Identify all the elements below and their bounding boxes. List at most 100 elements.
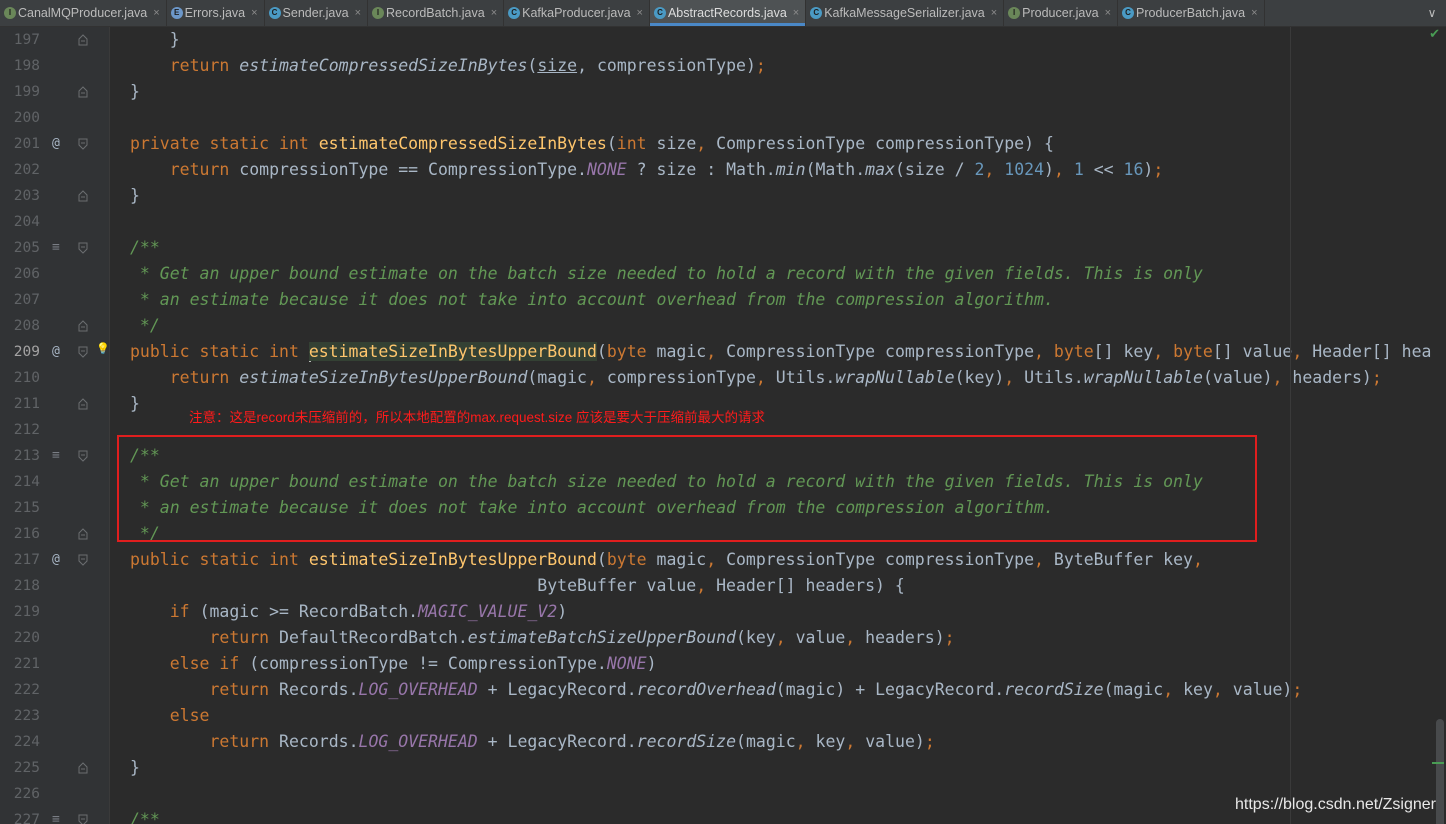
fold-collapse-icon[interactable] — [78, 346, 88, 358]
code-token: int — [616, 134, 657, 153]
tab-sender[interactable]: C Sender.java × — [265, 0, 369, 26]
intention-bulb-icon[interactable]: 💡 — [96, 336, 110, 362]
code-line[interactable]: return estimateSizeInBytesUpperBound(mag… — [130, 365, 1382, 391]
line-number: 213 — [13, 448, 40, 464]
line-number: 197 — [13, 32, 40, 48]
fold-end-icon[interactable] — [78, 86, 88, 98]
code-line[interactable]: * Get an upper bound estimate on the bat… — [130, 261, 1203, 287]
code-token: ; — [1371, 368, 1382, 387]
override-marker-icon[interactable]: @ — [52, 547, 60, 573]
code-line[interactable]: } — [130, 79, 140, 105]
code-line[interactable]: } — [130, 391, 140, 417]
fold-end-icon[interactable] — [78, 320, 88, 332]
code-line[interactable]: return estimateCompressedSizeInBytes(siz… — [130, 53, 766, 79]
close-tab-icon[interactable]: × — [1251, 7, 1257, 19]
close-tab-icon[interactable]: × — [153, 7, 159, 19]
code-line[interactable]: return Records.LOG_OVERHEAD + LegacyReco… — [130, 677, 1302, 703]
code-token: } — [130, 758, 140, 777]
code-token: , — [845, 628, 866, 647]
code-line[interactable]: return compressionType == CompressionTyp… — [130, 157, 1164, 183]
code-token: else if — [169, 654, 250, 673]
code-token: << — [1083, 160, 1124, 179]
code-line[interactable]: */ — [130, 313, 160, 339]
tab-errors[interactable]: E Errors.java × — [167, 0, 265, 26]
close-tab-icon[interactable]: × — [251, 7, 257, 19]
code-token: LOG_OVERHEAD — [358, 680, 478, 699]
rendered-doc-toggle-icon[interactable]: ≡ — [52, 807, 60, 824]
code-line[interactable]: /** — [130, 807, 160, 824]
fold-end-icon[interactable] — [78, 528, 88, 540]
fold-end-icon[interactable] — [78, 34, 88, 46]
code-line[interactable]: return DefaultRecordBatch.estimateBatchS… — [130, 625, 954, 651]
fold-collapse-icon[interactable] — [78, 242, 88, 254]
class-icon: C — [810, 7, 823, 19]
close-tab-icon[interactable]: × — [991, 7, 997, 19]
code-line[interactable]: else — [130, 703, 210, 729]
code-line[interactable]: private static int estimateCompressedSiz… — [130, 131, 1054, 157]
tab-producer[interactable]: I Producer.java × — [1004, 0, 1119, 26]
interface-icon: I — [372, 7, 385, 19]
close-tab-icon[interactable]: × — [637, 7, 643, 19]
fold-collapse-icon[interactable] — [78, 450, 88, 462]
close-tab-icon[interactable]: × — [355, 7, 361, 19]
fold-end-icon[interactable] — [78, 762, 88, 774]
fold-collapse-icon[interactable] — [78, 138, 88, 150]
code-line[interactable]: return Records.LOG_OVERHEAD + LegacyReco… — [130, 729, 934, 755]
code-line[interactable]: else if (compressionType != CompressionT… — [130, 651, 657, 677]
fold-end-icon[interactable] — [78, 398, 88, 410]
rendered-doc-toggle-icon[interactable]: ≡ — [52, 235, 60, 261]
code-line[interactable]: ByteBuffer value, Header[] headers) { — [130, 573, 905, 599]
code-token: , — [1192, 550, 1203, 569]
code-token: headers) — [865, 628, 945, 647]
code-token: /** — [130, 810, 160, 824]
code-token: return — [169, 160, 240, 179]
tab-kafkamessageserializer[interactable]: C KafkaMessageSerializer.java × — [806, 0, 1005, 26]
code-line[interactable]: } — [130, 27, 180, 53]
code-token: , — [795, 732, 816, 751]
close-tab-icon[interactable]: × — [793, 7, 799, 19]
code-token: estimateCompressedSizeInBytes — [239, 56, 528, 75]
fold-collapse-icon[interactable] — [78, 554, 88, 566]
code-token: + LegacyRecord. — [477, 680, 637, 699]
code-line[interactable]: * an estimate because it does not take i… — [130, 287, 1054, 313]
code-line[interactable]: if (magic >= RecordBatch.MAGIC_VALUE_V2) — [130, 599, 567, 625]
code-token: (key) — [954, 368, 1005, 387]
tab-canalmqproducer[interactable]: I CanalMQProducer.java × — [0, 0, 167, 26]
code-line[interactable]: public static int estimateSizeInBytesUpp… — [130, 547, 1203, 573]
override-marker-icon[interactable]: @ — [52, 339, 60, 365]
fold-collapse-icon[interactable] — [78, 814, 88, 824]
code-token: ) — [1143, 160, 1154, 179]
tab-kafkaproducer[interactable]: C KafkaProducer.java × — [504, 0, 650, 26]
override-marker-icon[interactable]: @ — [52, 131, 60, 157]
code-token: (Math. — [805, 160, 866, 179]
scrollbar-thumb[interactable] — [1436, 719, 1444, 824]
tab-label: CanalMQProducer.java — [18, 6, 148, 20]
code-token: , — [696, 134, 717, 153]
fold-end-icon[interactable] — [78, 190, 88, 202]
tab-recordbatch[interactable]: I RecordBatch.java × — [368, 0, 505, 26]
code-line[interactable]: public static int estimateSizeInBytesUpp… — [130, 339, 1446, 365]
code-token: estimateCompressedSizeInBytes — [318, 134, 607, 153]
code-line[interactable]: } — [130, 183, 140, 209]
code-token: } — [130, 394, 140, 413]
code-token: ( — [606, 134, 617, 153]
close-tab-icon[interactable]: × — [491, 7, 497, 19]
code-token: LOG_OVERHEAD — [358, 732, 478, 751]
code-token: estimateSizeInBytesUpperBound — [308, 342, 597, 361]
code-line[interactable]: /** — [130, 235, 160, 261]
tab-producerbatch[interactable]: C ProducerBatch.java × — [1118, 0, 1265, 26]
close-tab-icon[interactable]: × — [1105, 7, 1111, 19]
code-token: return — [169, 56, 240, 75]
rendered-doc-toggle-icon[interactable]: ≡ — [52, 443, 60, 469]
code-token: ; — [755, 56, 766, 75]
tab-list-dropdown-icon[interactable]: ∨ — [1418, 0, 1446, 26]
code-token: ; — [1292, 680, 1303, 699]
code-token: value — [795, 628, 846, 647]
code-token: MAGIC_VALUE_V2 — [418, 602, 558, 621]
line-number: 215 — [13, 500, 40, 516]
abstract-class-icon: C — [653, 7, 666, 19]
vertical-scrollbar[interactable] — [1432, 27, 1446, 824]
inspection-ok-icon[interactable]: ✔ — [1429, 27, 1440, 42]
tab-abstractrecords[interactable]: C AbstractRecords.java × — [649, 0, 807, 26]
code-line[interactable]: } — [130, 755, 140, 781]
